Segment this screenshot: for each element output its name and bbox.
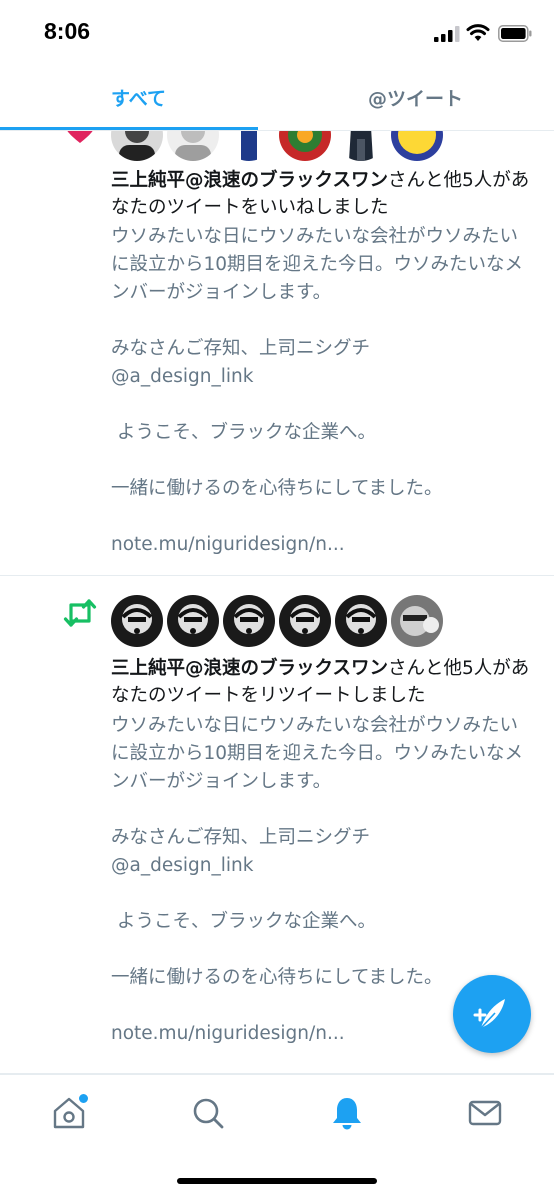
- active-tab-indicator: [0, 127, 258, 130]
- notification-item[interactable]: 三上純平@浪速のブラックスワンさんと他5人があなたのツイートをいいねしました ウ…: [0, 131, 554, 576]
- tweet-line: ようこそ、ブラックな企業へ。: [117, 422, 377, 443]
- notifications-icon[interactable]: [327, 1093, 367, 1133]
- tweet-link[interactable]: note.mu/niguridesign/n...: [111, 531, 531, 559]
- notifications-feed[interactable]: 三上純平@浪速のブラックスワンさんと他5人があなたのツイートをいいねしました ウ…: [0, 131, 554, 1074]
- wifi-icon: [466, 24, 490, 41]
- compose-tweet-button[interactable]: [453, 975, 531, 1053]
- tweet-text[interactable]: ウソみたいな日にウソみたいな会社がウソみたいに設立から10期目を迎えた今日。ウソ…: [111, 223, 531, 559]
- avatar[interactable]: [279, 595, 331, 647]
- compose-feather-icon: [473, 999, 505, 1029]
- avatar[interactable]: [391, 595, 443, 647]
- avatar[interactable]: [335, 131, 387, 161]
- actor-name[interactable]: 三上純平@浪速のブラックスワン: [111, 170, 388, 191]
- retweeter-avatars: [111, 595, 443, 647]
- search-icon[interactable]: [188, 1093, 228, 1133]
- avatar[interactable]: [167, 595, 219, 647]
- tweet-line: ウソみたいな日にウソみたいな会社がウソみたいに設立から10期目を迎えた今日。ウソ…: [111, 715, 524, 792]
- notification-headline: 三上純平@浪速のブラックスワンさんと他5人があなたのツイートをいいねしました: [111, 167, 531, 221]
- messages-icon[interactable]: [465, 1093, 505, 1133]
- battery-icon: [498, 25, 532, 42]
- tweet-line: 一緒に働けるのを心待ちにしてました。: [111, 478, 443, 499]
- status-time: 8:06: [44, 18, 91, 44]
- cellular-signal-icon: [434, 26, 460, 42]
- avatar[interactable]: [335, 595, 387, 647]
- tab-mentions[interactable]: @ツイート: [277, 66, 554, 128]
- tweet-line: ウソみたいな日にウソみたいな会社がウソみたいに設立から10期目を迎えた今日。ウソ…: [111, 226, 524, 303]
- heart-icon: [67, 131, 93, 143]
- avatar[interactable]: [167, 131, 219, 161]
- avatar[interactable]: [223, 131, 275, 161]
- tweet-line: ようこそ、ブラックな企業へ。: [117, 911, 377, 932]
- avatar[interactable]: [111, 131, 163, 161]
- avatar[interactable]: [391, 131, 443, 161]
- notification-headline: 三上純平@浪速のブラックスワンさんと他5人があなたのツイートをリツイートしました: [111, 655, 531, 709]
- tweet-line: みなさんご存知、上司ニシグチ: [111, 338, 371, 359]
- notification-tabs: すべて @ツイート: [0, 66, 554, 131]
- avatar[interactable]: [111, 595, 163, 647]
- avatar[interactable]: [223, 595, 275, 647]
- liker-avatars: [111, 131, 443, 161]
- tweet-line: みなさんご存知、上司ニシグチ: [111, 827, 371, 848]
- avatar[interactable]: [279, 131, 331, 161]
- retweet-icon: [63, 599, 97, 627]
- home-notification-dot: [77, 1092, 90, 1105]
- status-bar: 8:06: [0, 0, 554, 66]
- home-indicator: [177, 1178, 377, 1184]
- mention-link[interactable]: @a_design_link: [111, 363, 531, 391]
- tab-all[interactable]: すべて: [0, 66, 277, 128]
- actor-name[interactable]: 三上純平@浪速のブラックスワン: [111, 658, 388, 679]
- mention-link[interactable]: @a_design_link: [111, 852, 531, 880]
